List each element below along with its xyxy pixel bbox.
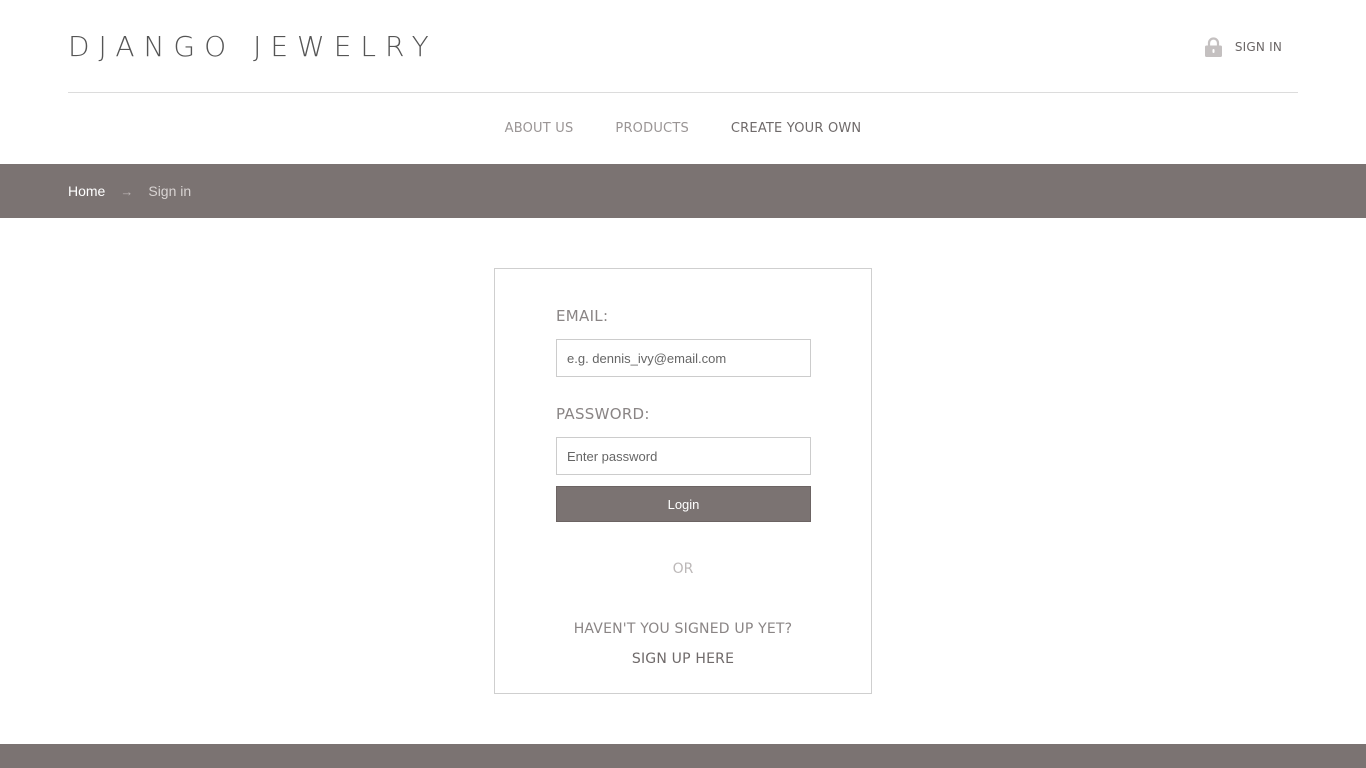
password-input[interactable] [556, 437, 811, 475]
breadcrumb: Home → Sign in [68, 164, 191, 218]
password-label: PASSWORD: [556, 405, 650, 423]
nav-item-products[interactable]: PRODUCTS [615, 121, 689, 136]
nav-item-about-us[interactable]: ABOUT US [505, 121, 574, 136]
breadcrumb-bar: Home → Sign in [0, 164, 1366, 218]
signup-prompt: HAVEN'T YOU SIGNED UP YET? [573, 621, 793, 637]
header-signin-link[interactable]: SIGN IN [1204, 37, 1282, 57]
or-divider-text: OR [672, 561, 694, 577]
breadcrumb-home-link[interactable]: Home [68, 183, 105, 199]
email-label: EMAIL: [556, 307, 609, 325]
signin-card: EMAIL: PASSWORD: Login OR HAVEN'T YOU SI… [494, 268, 872, 694]
signin-label: SIGN IN [1234, 40, 1282, 54]
breadcrumb-current: Sign in [148, 183, 192, 199]
site-logo[interactable]: DJANGO JEWELRY [68, 30, 438, 64]
main-nav: ABOUT US PRODUCTS CREATE YOUR OWN [0, 93, 1366, 164]
login-button[interactable]: Login [556, 486, 811, 522]
breadcrumb-arrow-icon: → [120, 183, 134, 199]
site-footer [0, 744, 1366, 768]
lock-icon [1204, 37, 1222, 57]
email-input[interactable] [556, 339, 811, 377]
nav-item-create-your-own[interactable]: CREATE YOUR OWN [731, 121, 861, 136]
signup-link[interactable]: SIGN UP HERE [495, 651, 871, 667]
site-header: DJANGO JEWELRY SIGN IN [68, 0, 1298, 93]
